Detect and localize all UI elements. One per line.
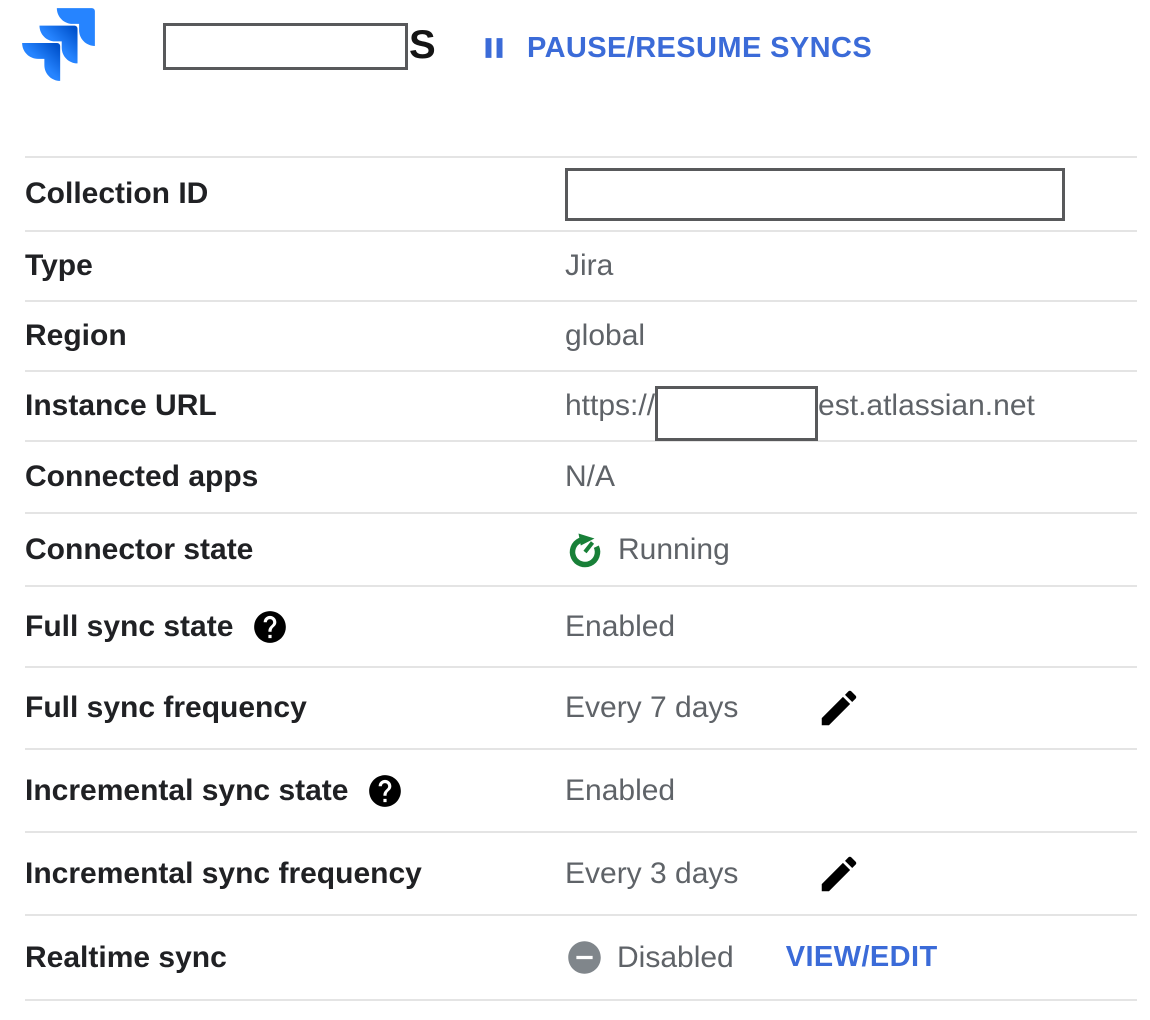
connected-apps-value: N/A xyxy=(565,460,615,494)
page-title: S xyxy=(409,22,436,68)
view-edit-link[interactable]: VIEW/EDIT xyxy=(786,941,938,974)
row-label: Incremental sync state xyxy=(25,774,348,808)
pause-resume-syncs-button[interactable]: PAUSE/RESUME SYNCS xyxy=(477,29,872,67)
row-label: Realtime sync xyxy=(25,941,227,975)
full-sync-state-value: Enabled xyxy=(565,610,675,644)
full-sync-frequency-value: Every 7 days xyxy=(565,691,738,725)
table-row-incremental-sync-frequency: Incremental sync frequency Every 3 days xyxy=(25,833,1137,916)
instance-url-prefix: https:// xyxy=(565,389,655,423)
instance-url-redaction-box xyxy=(655,386,818,441)
disabled-status-icon xyxy=(565,938,604,977)
table-row-instance-url: Instance URL https:// est.atlassian.net xyxy=(25,372,1137,442)
collection-id-redaction-box xyxy=(565,168,1065,221)
row-label: Region xyxy=(25,319,127,353)
pause-icon xyxy=(477,31,511,65)
region-value: global xyxy=(565,319,645,353)
table-row-realtime-sync: Realtime sync Disabled VIEW/EDIT xyxy=(25,916,1137,1001)
pause-resume-label: PAUSE/RESUME SYNCS xyxy=(527,32,872,65)
help-icon[interactable] xyxy=(251,608,289,646)
instance-url-suffix: est.atlassian.net xyxy=(818,389,1035,423)
connector-details-table: Collection ID Type Jira Region global In… xyxy=(25,156,1137,1001)
incremental-sync-state-value: Enabled xyxy=(565,774,675,808)
title-redaction-box xyxy=(163,23,408,70)
table-row-incremental-sync-state: Incremental sync state Enabled xyxy=(25,750,1137,833)
row-label: Instance URL xyxy=(25,389,217,423)
edit-full-sync-frequency-button[interactable] xyxy=(816,685,862,731)
incremental-sync-frequency-value: Every 3 days xyxy=(565,857,738,891)
row-label: Full sync state xyxy=(25,610,233,644)
row-label: Full sync frequency xyxy=(25,691,307,725)
table-row-full-sync-state: Full sync state Enabled xyxy=(25,587,1137,668)
row-label: Collection ID xyxy=(25,177,208,211)
realtime-sync-value: Disabled xyxy=(617,941,734,975)
table-row-connector-state: Connector state Running xyxy=(25,514,1137,587)
table-row-collection-id: Collection ID xyxy=(25,158,1137,232)
connector-state-value: Running xyxy=(618,533,730,567)
jira-logo-icon xyxy=(10,0,107,93)
table-row-type: Type Jira xyxy=(25,232,1137,302)
running-status-icon xyxy=(565,529,605,571)
table-row-full-sync-frequency: Full sync frequency Every 7 days xyxy=(25,668,1137,750)
table-row-region: Region global xyxy=(25,302,1137,372)
row-label: Connected apps xyxy=(25,460,258,494)
table-row-connected-apps: Connected apps N/A xyxy=(25,442,1137,514)
row-label: Type xyxy=(25,249,93,283)
row-label: Connector state xyxy=(25,533,253,567)
row-label: Incremental sync frequency xyxy=(25,857,422,891)
type-value: Jira xyxy=(565,249,613,283)
edit-incremental-sync-frequency-button[interactable] xyxy=(816,851,862,897)
help-icon[interactable] xyxy=(366,772,404,810)
page-header: S PAUSE/RESUME SYNCS xyxy=(0,0,1150,156)
